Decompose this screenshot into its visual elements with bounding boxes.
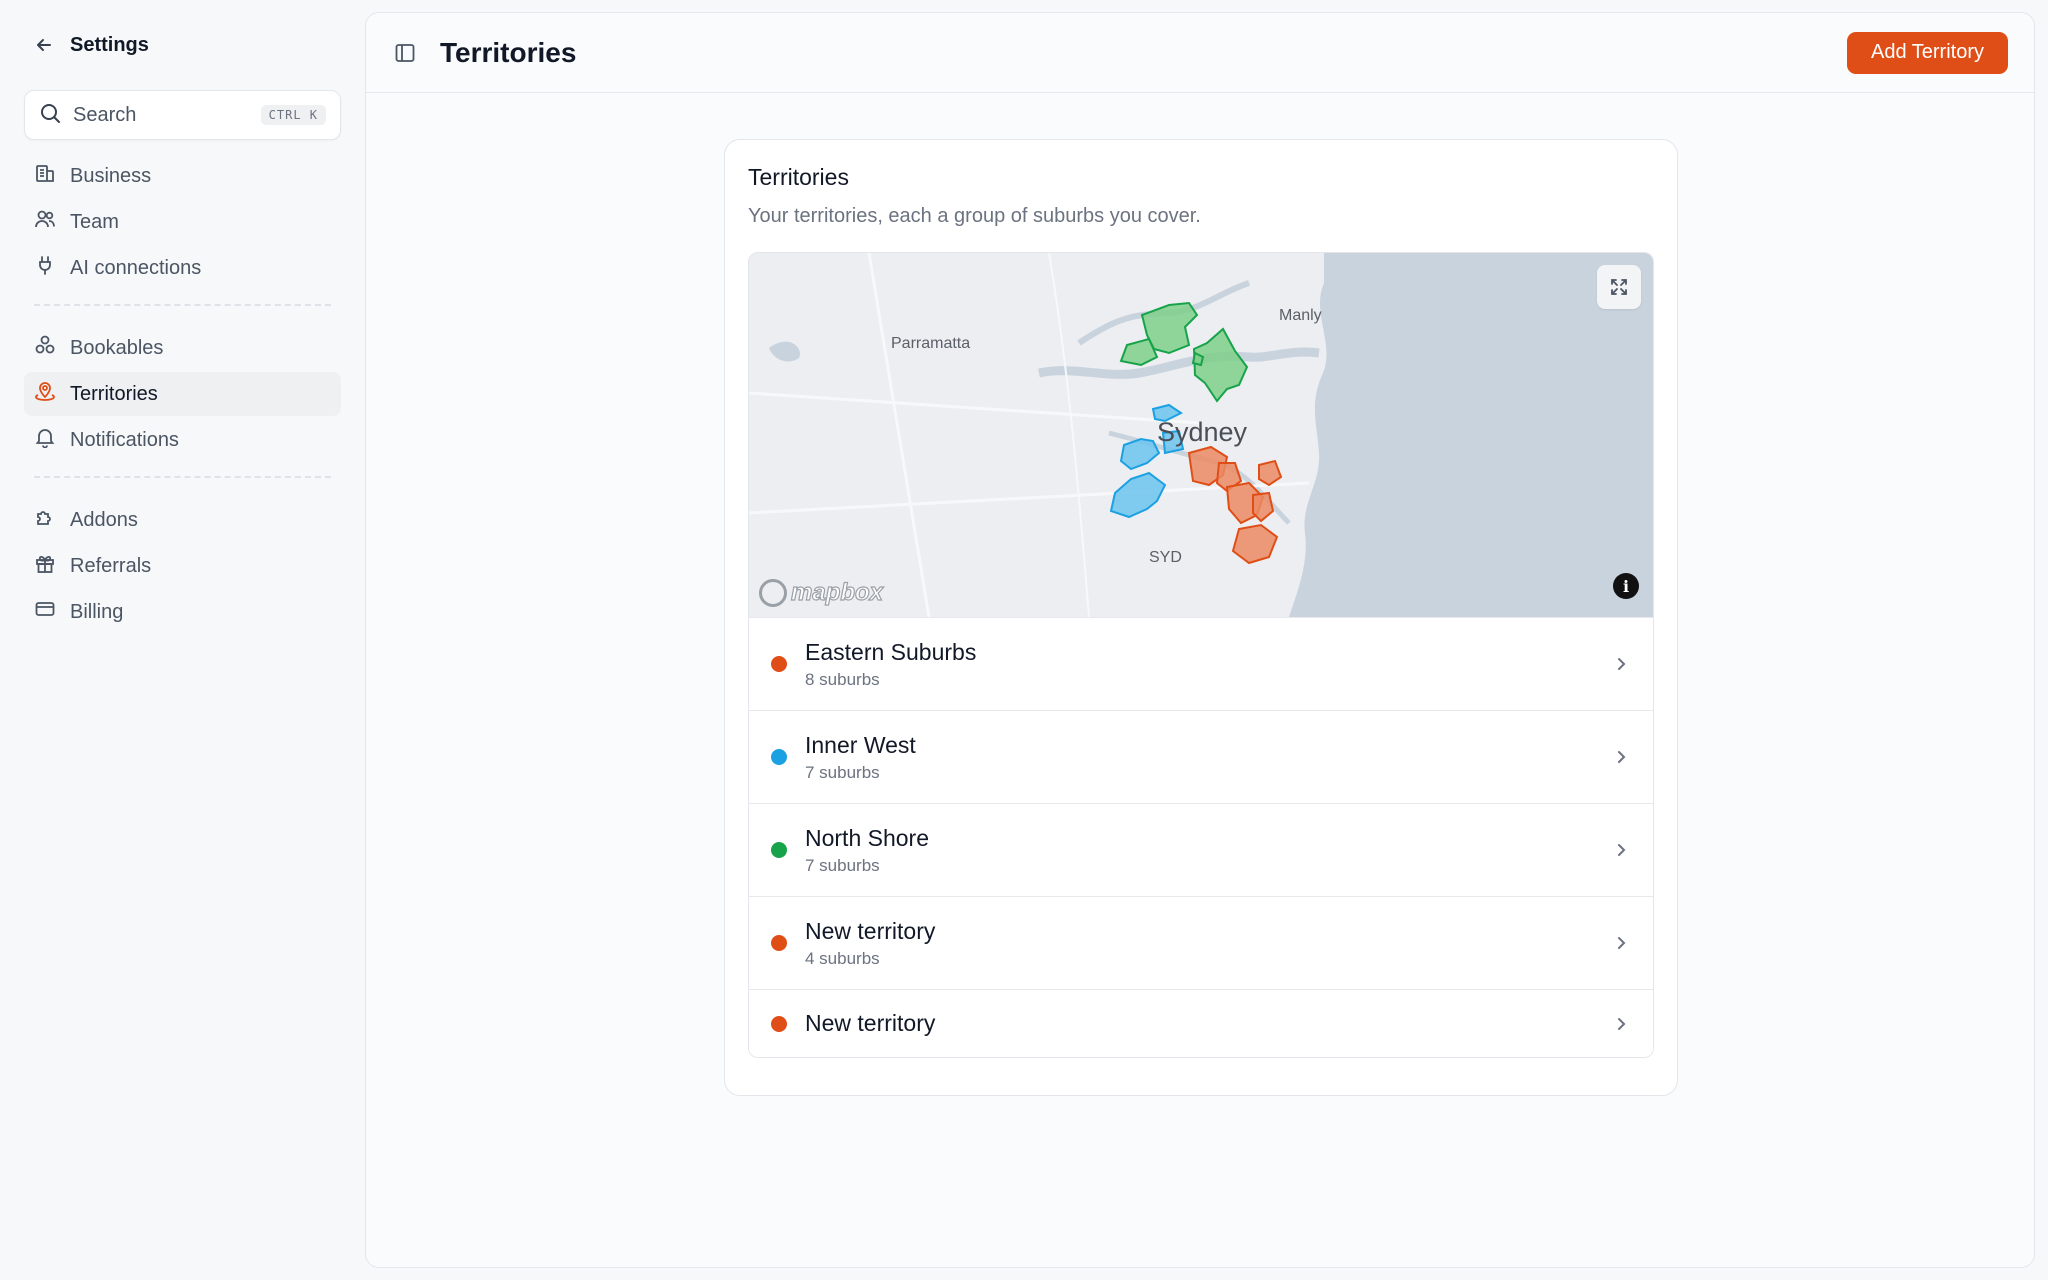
sidebar-item-addons[interactable]: Addons [24,498,341,542]
territory-color-dot [771,656,787,672]
chevron-right-icon [1611,933,1631,953]
sidebar-item-notifications[interactable]: Notifications [24,418,341,462]
sidebar-item-billing[interactable]: Billing [24,590,341,634]
back-arrow-icon[interactable] [32,33,56,57]
territories-card: Territories Your territories, each a gro… [724,139,1678,1096]
card-subtitle: Your territories, each a group of suburb… [748,205,1201,227]
sidebar-item-label: Business [70,164,152,187]
sidebar-item-territories[interactable]: Territories [24,372,341,416]
territory-color-dot [771,749,787,765]
gift-icon [34,552,56,580]
territory-color-dot [771,1015,787,1032]
territories-box: Parramatta Manly Sydney SYD i mapbox Eas… [748,252,1654,1058]
search-icon [39,102,61,129]
search-shortcut-badge: CTRL K [260,105,326,125]
territory-text: Inner West 7 suburbs [805,732,1611,783]
territory-suburb-count: 7 suburbs [805,762,880,782]
puzzle-icon [34,506,56,534]
territory-name: Inner West [805,731,916,758]
map-label-sydney: Sydney [1157,417,1248,447]
nav-divider [34,476,331,478]
sidebar-item-label: AI connections [70,256,202,279]
sidebar-item-team[interactable]: Team [24,200,341,244]
settings-sidebar: Settings Search CTRL K Business Team AI … [0,0,365,1280]
sidebar-toggle-icon[interactable] [392,40,418,66]
territory-name: New territory [805,1010,936,1036]
sidebar-item-label: Notifications [70,428,179,451]
territory-list: Eastern Suburbs 8 suburbs Inner West 7 s… [749,617,1653,1057]
ocean-shape [1289,253,1653,617]
territory-row[interactable]: New territory [749,989,1653,1057]
map-label-syd: SYD [1149,549,1182,566]
chevron-right-icon [1611,747,1631,767]
territory-name: North Shore [805,824,930,851]
credit-card-icon [34,598,56,626]
settings-header: Settings [24,0,341,90]
search-placeholder: Search [73,103,137,126]
territory-suburb-count: 8 suburbs [805,669,880,689]
sidebar-item-bookables[interactable]: Bookables [24,326,341,370]
page-header: Territories Add Territory [366,13,2034,93]
nav-group-scheduling: Bookables Territories Notifications [24,326,341,462]
sidebar-item-label: Addons [70,508,138,531]
map-label-manly: Manly [1279,307,1322,324]
chevron-right-icon [1611,840,1631,860]
sidebar-item-label: Team [70,210,119,233]
sidebar-item-referrals[interactable]: Referrals [24,544,341,588]
bell-icon [34,426,56,454]
territory-map[interactable]: Parramatta Manly Sydney SYD i mapbox [749,253,1653,617]
territory-color-dot [771,842,787,858]
users-icon [34,208,56,236]
page-title: Territories [440,36,577,68]
territory-suburb-count: 7 suburbs [805,855,880,875]
map-label-parramatta: Parramatta [891,335,971,352]
territory-row[interactable]: Inner West 7 suburbs [749,710,1653,803]
territory-text: North Shore 7 suburbs [805,825,1611,876]
building-icon [34,162,56,190]
main-panel: Territories Add Territory Territories Yo… [365,12,2035,1268]
territory-name: New territory [805,917,936,944]
mapbox-wordmark: mapbox [790,578,884,606]
settings-title: Settings [70,33,149,56]
map-pin-icon [34,380,56,408]
add-territory-button[interactable]: Add Territory [1846,31,2008,74]
territory-row[interactable]: Eastern Suburbs 8 suburbs [749,617,1653,710]
sidebar-item-label: Bookables [70,336,164,359]
nav-group-general: Business Team AI connections [24,154,341,290]
territory-text: New territory 4 suburbs [805,918,1611,969]
territory-name: Eastern Suburbs [805,638,977,665]
territory-row[interactable]: North Shore 7 suburbs [749,803,1653,896]
map-info-icon[interactable]: i [1613,573,1639,599]
sidebar-item-ai-connections[interactable]: AI connections [24,246,341,290]
chevron-right-icon [1611,1014,1631,1034]
territory-text: Eastern Suburbs 8 suburbs [805,639,1611,690]
nav-divider [34,304,331,306]
search-input[interactable]: Search CTRL K [24,90,341,140]
fullscreen-icon[interactable] [1597,265,1641,309]
app-root: Settings Search CTRL K Business Team AI … [0,0,2048,1280]
card-title: Territories [748,164,849,190]
territory-text: New territory [805,1010,1611,1037]
mapbox-mark-icon [759,579,787,607]
sidebar-item-label: Billing [70,600,124,623]
mapbox-logo[interactable]: mapbox [759,578,884,607]
territory-row[interactable]: New territory 4 suburbs [749,896,1653,989]
shapes-icon [34,334,56,362]
plug-icon [34,254,56,282]
sidebar-item-business[interactable]: Business [24,154,341,198]
sidebar-item-label: Referrals [70,554,152,577]
sidebar-item-label: Territories [70,382,158,405]
territory-color-dot [771,935,787,951]
chevron-right-icon [1611,654,1631,674]
nav-group-account: Addons Referrals Billing [24,498,341,634]
territory-suburb-count: 4 suburbs [805,948,880,968]
